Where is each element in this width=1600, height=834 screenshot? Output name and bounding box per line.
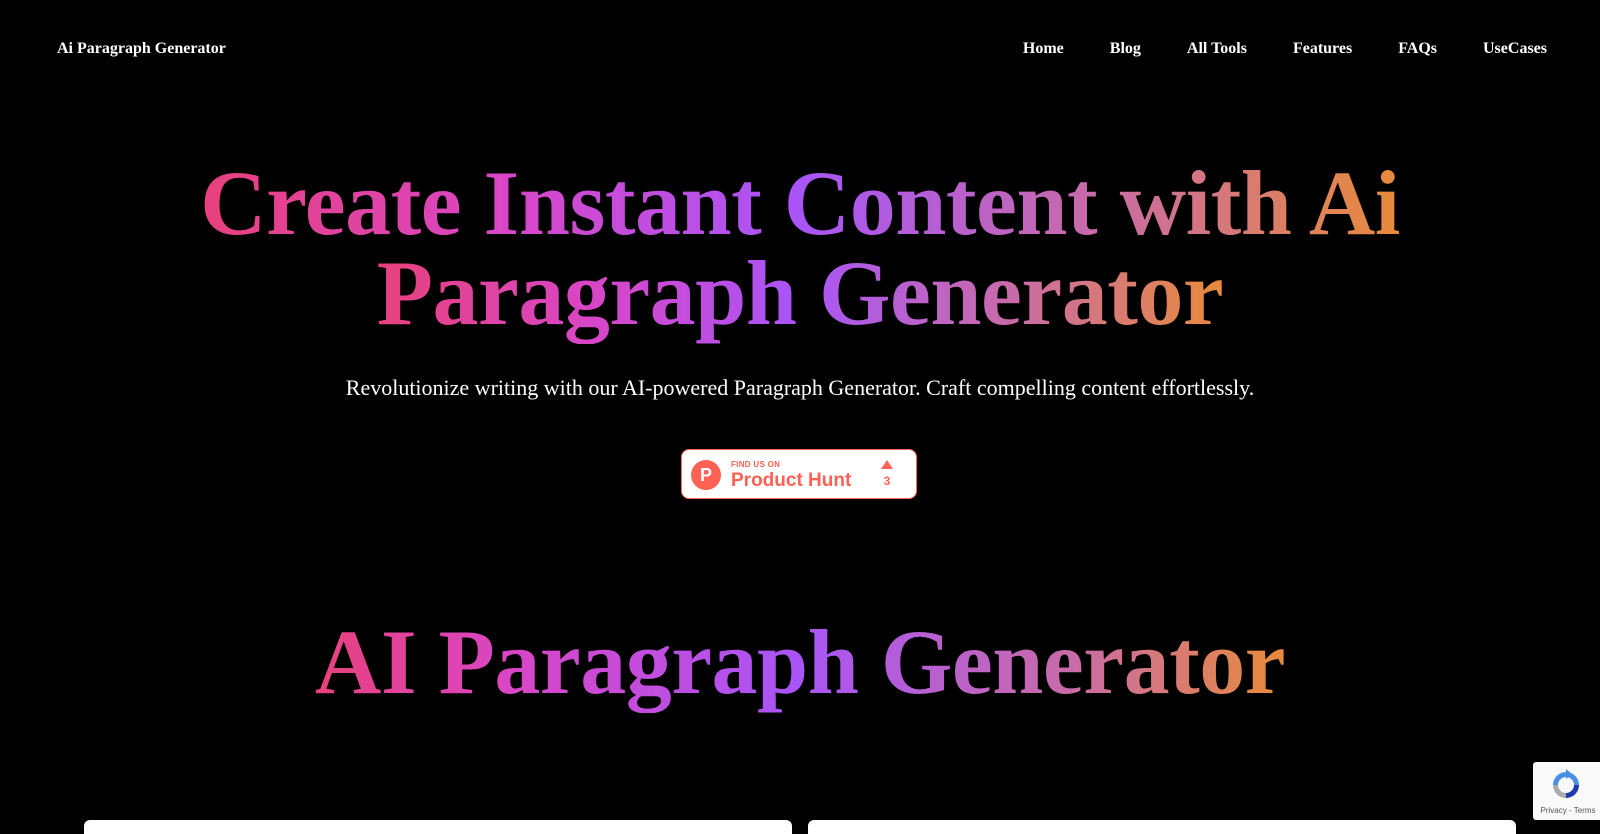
section-title: AI Paragraph Generator bbox=[200, 616, 1400, 708]
product-hunt-badge[interactable]: P FIND US ON Product Hunt 3 bbox=[681, 449, 917, 499]
nav-link-usecases[interactable]: UseCases bbox=[1483, 39, 1547, 59]
recaptcha-separator: - bbox=[1566, 806, 1574, 815]
page: Ai Paragraph Generator Home Blog All Too… bbox=[0, 0, 1600, 834]
product-hunt-upvote: 3 bbox=[877, 460, 897, 487]
nav-link-features[interactable]: Features bbox=[1293, 39, 1352, 59]
navbar: Ai Paragraph Generator Home Blog All Too… bbox=[0, 0, 1600, 98]
brand-link[interactable]: Ai Paragraph Generator bbox=[57, 39, 226, 59]
recaptcha-links: Privacy - Terms bbox=[1533, 806, 1600, 816]
nav-link-home[interactable]: Home bbox=[1023, 39, 1064, 59]
recaptcha-privacy-link[interactable]: Privacy bbox=[1541, 806, 1567, 815]
output-panel bbox=[808, 820, 1516, 834]
hero-title: Create Instant Content with Ai Paragraph… bbox=[200, 157, 1400, 339]
upvote-count: 3 bbox=[883, 474, 891, 488]
hero-subtitle: Revolutionize writing with our AI-powere… bbox=[345, 375, 1255, 400]
product-hunt-name: Product Hunt bbox=[731, 470, 852, 491]
product-hunt-logo-icon: P bbox=[691, 460, 721, 490]
hero-title-line1: Create Instant Content with Ai bbox=[200, 152, 1400, 254]
nav-link-blog[interactable]: Blog bbox=[1110, 39, 1141, 59]
nav-link-faqs[interactable]: FAQs bbox=[1398, 39, 1437, 59]
recaptcha-icon bbox=[1553, 769, 1579, 798]
recaptcha-badge[interactable]: Privacy - Terms bbox=[1533, 762, 1600, 820]
nav-links: Home Blog All Tools Features FAQs UseCas… bbox=[1023, 39, 1547, 59]
upvote-arrow-icon bbox=[881, 460, 893, 469]
section-title-text: AI Paragraph Generator bbox=[314, 611, 1286, 713]
product-hunt-kicker: FIND US ON bbox=[731, 460, 781, 469]
nav-link-all-tools[interactable]: All Tools bbox=[1187, 39, 1247, 59]
input-panel bbox=[84, 820, 792, 834]
hero-title-line2: Paragraph Generator bbox=[376, 242, 1224, 344]
recaptcha-terms-link[interactable]: Terms bbox=[1574, 806, 1596, 815]
